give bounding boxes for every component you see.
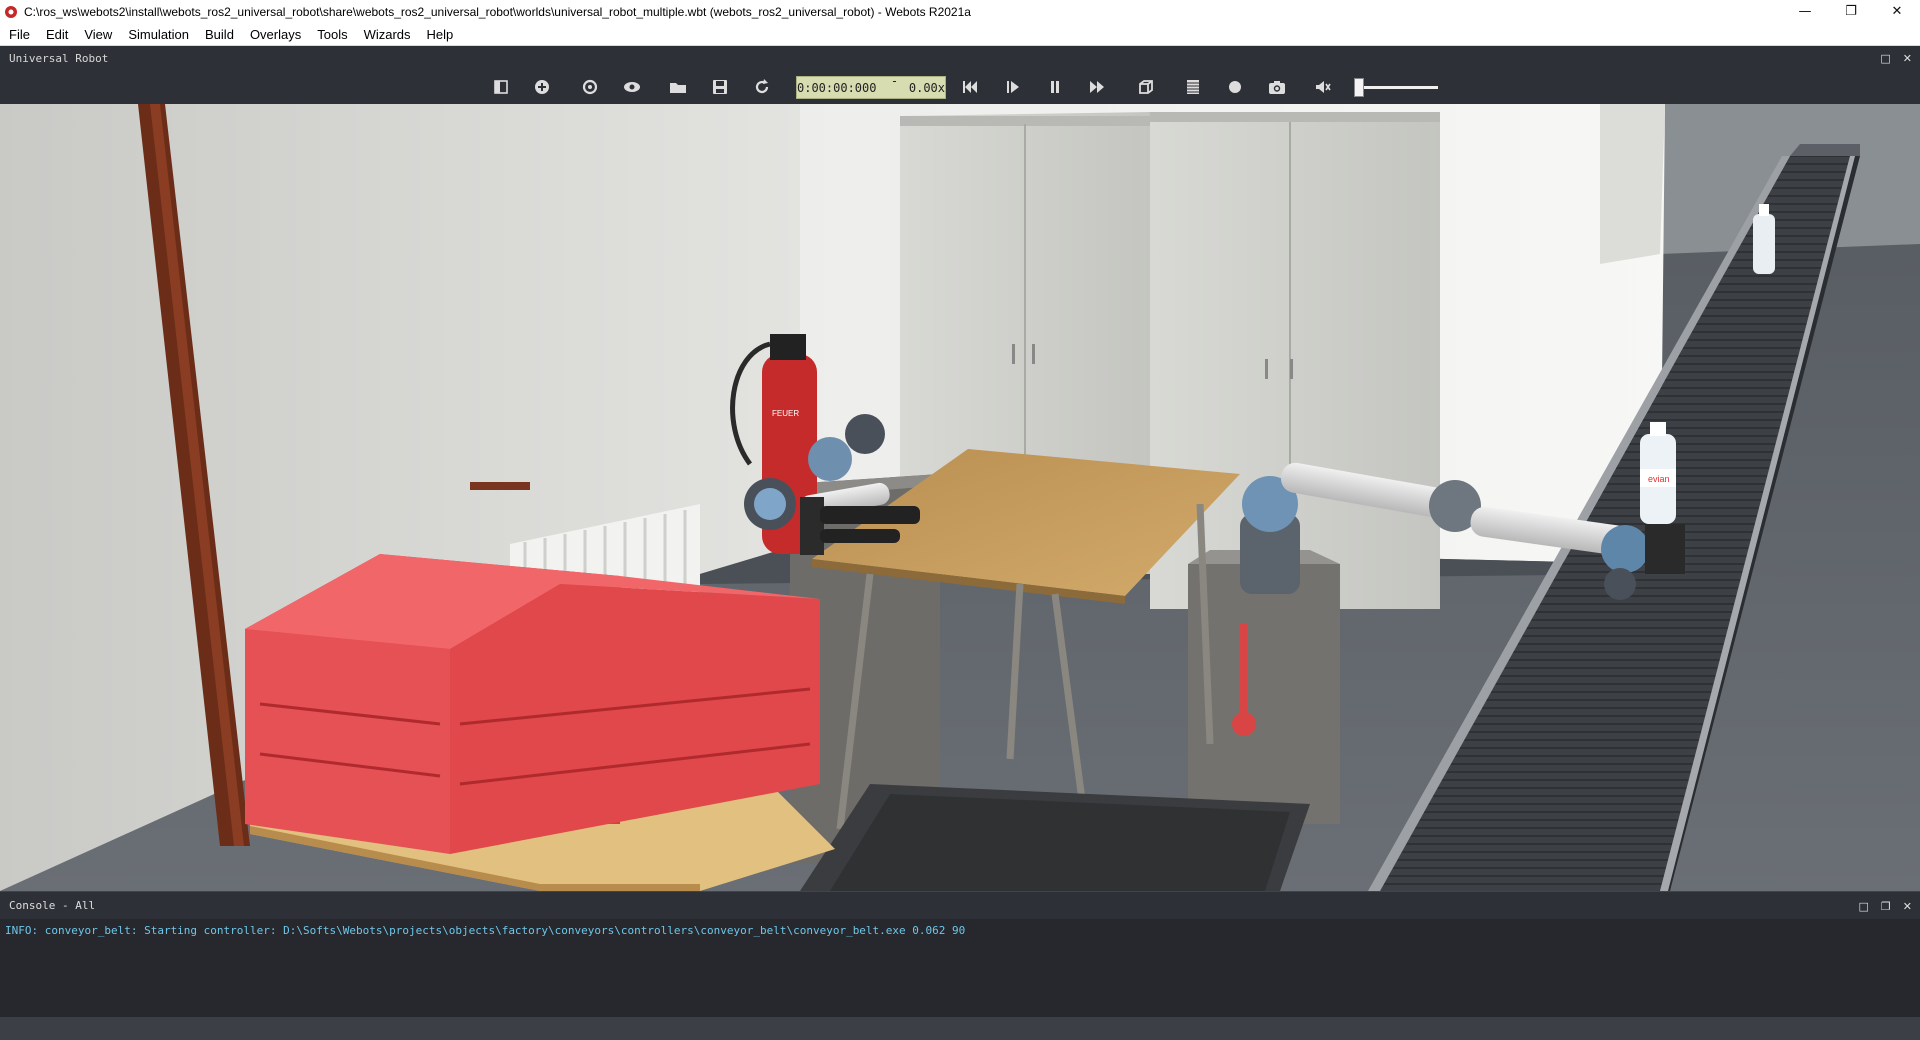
- minimize-button[interactable]: —: [1782, 0, 1828, 23]
- console-float-button[interactable]: ❐: [1881, 900, 1891, 913]
- restore-button[interactable]: ❐: [1828, 0, 1874, 23]
- extinguisher-label: FEUER: [772, 409, 799, 418]
- pause-icon[interactable]: [1045, 77, 1065, 97]
- open-world-icon[interactable]: [668, 77, 688, 97]
- reload-world-icon[interactable]: [580, 77, 600, 97]
- console-header: Console - All □ ❐ ✕: [0, 891, 1920, 919]
- volume-slider-handle[interactable]: [1354, 78, 1364, 97]
- add-node-icon[interactable]: [532, 77, 552, 97]
- menu-bar: File Edit View Simulation Build Overlays…: [0, 23, 1920, 46]
- record-icon[interactable]: [1225, 77, 1245, 97]
- movie-icon[interactable]: [1183, 77, 1203, 97]
- viewpoint-eye-icon[interactable]: [622, 77, 642, 97]
- volume-slider[interactable]: [1360, 86, 1438, 89]
- view3d-title: Universal Robot: [9, 51, 109, 65]
- menu-tools[interactable]: Tools: [308, 27, 354, 42]
- bottle-label: evian: [1648, 474, 1670, 484]
- simulation-time-display: 0:00:00:000 - 0.00x: [796, 73, 946, 102]
- menu-overlays[interactable]: Overlays: [241, 27, 308, 42]
- 3d-viewport[interactable]: evian FEUER: [0, 104, 1920, 891]
- view-cube-icon[interactable]: [1136, 77, 1156, 97]
- simulation-speed: 0.00x: [908, 80, 945, 95]
- 3d-scene: evian FEUER: [0, 104, 1920, 891]
- save-world-icon[interactable]: [710, 77, 730, 97]
- menu-simulation[interactable]: Simulation: [119, 27, 196, 42]
- console-maximize-button[interactable]: □: [1859, 900, 1869, 913]
- close-button[interactable]: ✕: [1874, 0, 1920, 23]
- status-bar: [0, 1017, 1920, 1040]
- simulation-toolbar: [0, 70, 1920, 104]
- menu-file[interactable]: File: [0, 27, 37, 42]
- sound-icon[interactable]: [1313, 77, 1333, 97]
- view3d-float-button[interactable]: □: [1880, 52, 1890, 65]
- simulation-time: 0:00:00:000: [797, 80, 877, 95]
- reset-simulation-icon[interactable]: [752, 77, 772, 97]
- screenshot-icon[interactable]: [1267, 77, 1287, 97]
- console-close-button[interactable]: ✕: [1903, 900, 1912, 913]
- scene-tree-toggle-icon[interactable]: [491, 77, 511, 97]
- menu-view[interactable]: View: [75, 27, 119, 42]
- webots-app-icon: [5, 5, 17, 18]
- menu-help[interactable]: Help: [418, 27, 461, 42]
- play-icon[interactable]: [1003, 77, 1023, 97]
- fast-forward-icon[interactable]: [1087, 77, 1107, 97]
- console-title: Console - All: [9, 899, 96, 912]
- menu-wizards[interactable]: Wizards: [355, 27, 418, 42]
- step-back-icon[interactable]: [960, 77, 980, 97]
- view3d-header: Universal Robot □ ✕: [0, 46, 1920, 70]
- bottle-near: evian: [1640, 422, 1676, 524]
- window-title-bar: C:\ros_ws\webots2\install\webots_ros2_un…: [0, 0, 1920, 23]
- menu-edit[interactable]: Edit: [37, 27, 75, 42]
- console-output[interactable]: INFO: conveyor_belt: Starting controller…: [0, 919, 1920, 1017]
- menu-build[interactable]: Build: [196, 27, 241, 42]
- view3d-close-button[interactable]: ✕: [1903, 52, 1912, 65]
- console-log-line: INFO: conveyor_belt: Starting controller…: [5, 924, 966, 937]
- window-title: C:\ros_ws\webots2\install\webots_ros2_un…: [24, 4, 971, 19]
